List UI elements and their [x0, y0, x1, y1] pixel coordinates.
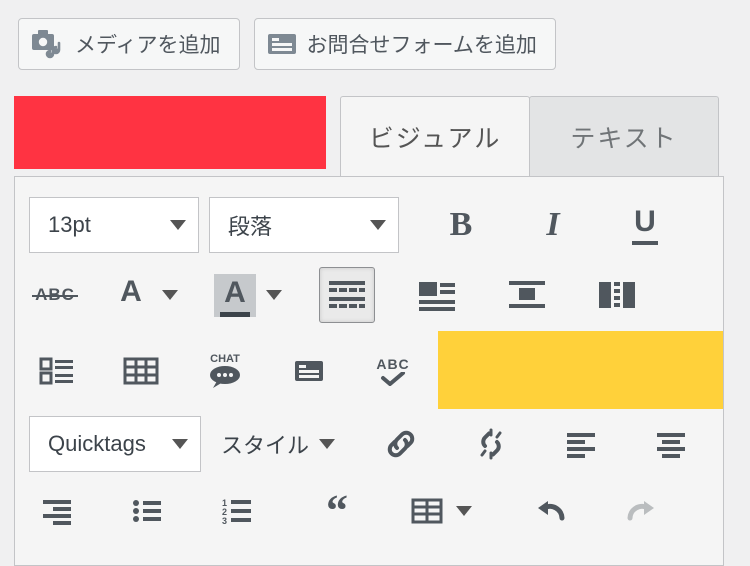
box-list-icon: [39, 356, 75, 386]
undo-button[interactable]: [523, 483, 579, 539]
tab-visual[interactable]: ビジュアル: [340, 96, 530, 176]
tab-visual-label: ビジュアル: [369, 119, 502, 155]
box-list-button[interactable]: [29, 343, 85, 399]
bullet-list-icon: [131, 497, 163, 525]
camera-music-icon: [31, 29, 65, 59]
style-select[interactable]: スタイル: [211, 416, 345, 472]
align-left-icon: [565, 430, 597, 458]
image-center-button[interactable]: [499, 267, 555, 323]
bold-button[interactable]: B: [433, 197, 489, 253]
chevron-down-icon: [370, 220, 386, 230]
fontsize-value: 13pt: [48, 212, 91, 238]
quicktags-label: Quicktags: [48, 431, 146, 457]
align-right-icon: [41, 497, 73, 525]
table-more[interactable]: [449, 506, 479, 516]
image-left-button[interactable]: [409, 267, 465, 323]
background-color-more[interactable]: [259, 290, 289, 300]
redo-button[interactable]: [613, 483, 669, 539]
chat-icon: CHAT: [207, 353, 243, 389]
add-media-label: メディアを追加: [75, 29, 221, 59]
kitchen-sink-button[interactable]: [319, 267, 375, 323]
form-small-icon: [293, 358, 325, 384]
image-right-button[interactable]: [589, 267, 645, 323]
spellcheck-button[interactable]: ABC: [365, 343, 421, 399]
quicktags-select[interactable]: Quicktags: [29, 416, 201, 472]
add-contact-form-button[interactable]: お問合せフォームを追加: [254, 18, 556, 70]
table-grid-button[interactable]: [113, 343, 169, 399]
text-color-more[interactable]: [155, 290, 185, 300]
image-right-icon: [597, 278, 637, 312]
editor-tabs: ビジュアル テキスト: [340, 96, 719, 176]
blockquote-button[interactable]: “: [309, 483, 365, 539]
tab-text[interactable]: テキスト: [529, 96, 719, 176]
numbered-list-icon: 123: [221, 497, 253, 525]
chevron-down-icon: [319, 439, 335, 449]
background-color-button[interactable]: A: [211, 267, 289, 323]
text-color-icon: A: [116, 275, 146, 316]
chevron-down-icon: [266, 290, 282, 300]
align-right-button[interactable]: [29, 483, 85, 539]
highlight-red: [14, 96, 326, 169]
text-color-button[interactable]: A: [107, 267, 185, 323]
editor-toolbar: 13pt 段落 B I U ABC: [14, 176, 724, 566]
italic-icon: I: [546, 206, 559, 244]
add-media-button[interactable]: メディアを追加: [18, 18, 240, 70]
chat-button[interactable]: CHAT: [197, 343, 253, 399]
chevron-down-icon: [162, 290, 178, 300]
fontsize-select[interactable]: 13pt: [29, 197, 199, 253]
undo-icon: [534, 496, 568, 526]
table-grid-icon: [123, 356, 159, 386]
add-contact-form-label: お問合せフォームを追加: [307, 29, 537, 59]
bold-icon: B: [450, 206, 473, 244]
tab-text-label: テキスト: [570, 119, 677, 155]
chevron-down-icon: [170, 220, 186, 230]
strikethrough-button[interactable]: ABC: [29, 267, 81, 323]
chevron-down-icon: [172, 439, 188, 449]
table-insert-button[interactable]: [405, 483, 479, 539]
insert-form-button[interactable]: [281, 343, 337, 399]
table-icon: [411, 497, 443, 525]
link-icon: [383, 426, 419, 462]
toolbar-toggle-icon: [327, 278, 367, 312]
strikethrough-icon: ABC: [35, 285, 75, 305]
redo-icon: [624, 496, 658, 526]
highlight-yellow: [438, 331, 723, 409]
numbered-list-button[interactable]: 123: [209, 483, 265, 539]
unlink-icon: [473, 426, 509, 462]
bullet-list-button[interactable]: [119, 483, 175, 539]
underline-icon: U: [632, 205, 658, 245]
background-color-icon: A: [214, 274, 256, 317]
unlink-button[interactable]: [463, 416, 519, 472]
svg-text:3: 3: [222, 516, 227, 525]
link-button[interactable]: [373, 416, 429, 472]
underline-button[interactable]: U: [617, 197, 673, 253]
align-left-button[interactable]: [553, 416, 609, 472]
image-left-icon: [417, 278, 457, 312]
form-icon: [267, 31, 297, 57]
block-format-select[interactable]: 段落: [209, 197, 399, 253]
align-center-button[interactable]: [643, 416, 699, 472]
style-label: スタイル: [221, 428, 309, 460]
image-center-icon: [507, 278, 547, 312]
spellcheck-icon: ABC: [376, 356, 409, 386]
block-format-value: 段落: [228, 209, 272, 241]
chevron-down-icon: [456, 506, 472, 516]
italic-button[interactable]: I: [525, 197, 581, 253]
align-center-icon: [655, 430, 687, 458]
